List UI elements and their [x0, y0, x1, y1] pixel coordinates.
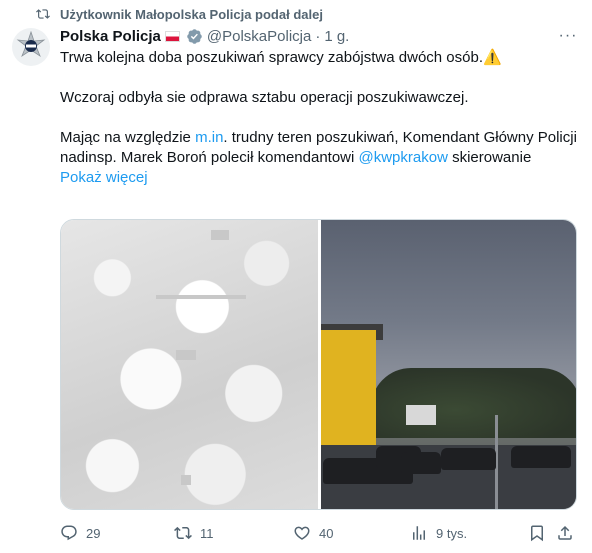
- repost-icon: [36, 9, 50, 19]
- repost-icon: [174, 526, 192, 540]
- bookmark-button[interactable]: [528, 523, 546, 543]
- views-button[interactable]: 9 tys.: [410, 523, 467, 543]
- post-text: Trwa kolejna doba poszukiwań sprawcy zab…: [60, 48, 580, 188]
- verified-badge-icon: [187, 28, 202, 44]
- show-more-link[interactable]: Pokaż więcej: [60, 168, 580, 188]
- action-bar: 29 11 40 9 tys.: [60, 523, 580, 543]
- post-line-1: Trwa kolejna doba poszukiwań sprawcy zab…: [60, 49, 502, 66]
- mention-link[interactable]: @kwpkrakow: [359, 149, 448, 166]
- like-count: 40: [319, 525, 334, 541]
- repost-text: Użytkownik Małopolska Policja podał dale…: [60, 6, 323, 22]
- avatar[interactable]: [12, 28, 50, 66]
- reply-count: 29: [86, 525, 101, 541]
- repost-indicator[interactable]: Użytkownik Małopolska Policja podał dale…: [36, 6, 323, 22]
- views-bar-chart-icon: [413, 526, 425, 540]
- media-grid: [60, 219, 577, 510]
- share-button[interactable]: [556, 523, 574, 543]
- heart-icon: [294, 526, 310, 540]
- share-icon: [558, 525, 572, 540]
- post-header: Polska Policja @PolskaPolicja · 1 g. ···: [60, 26, 578, 46]
- reply-button[interactable]: 29: [60, 523, 100, 543]
- post-line-3: Mając na względzie m.in. trudny teren po…: [60, 129, 577, 166]
- author-handle[interactable]: @PolskaPolicja: [207, 28, 311, 45]
- author-name[interactable]: Polska Policja: [60, 28, 161, 45]
- repost-button[interactable]: 11: [174, 523, 214, 543]
- repost-count: 11: [200, 525, 214, 541]
- inline-link[interactable]: m.in: [195, 129, 223, 146]
- post-time[interactable]: 1 g.: [324, 28, 349, 45]
- poland-flag-icon: [164, 30, 180, 42]
- media-photo-aerial-clouds[interactable]: [61, 220, 318, 509]
- post-line-2: Wczoraj odbyła sie odprawa sztabu operac…: [60, 89, 469, 106]
- bookmark-icon: [531, 525, 543, 542]
- like-button[interactable]: 40: [293, 523, 333, 543]
- warning-emoji: ⚠️: [483, 49, 502, 66]
- separator-dot: ·: [315, 27, 321, 45]
- police-badge-icon: [16, 31, 46, 58]
- more-options-icon[interactable]: ···: [558, 26, 578, 46]
- views-count: 9 tys.: [436, 525, 468, 541]
- media-photo-parking-lot[interactable]: [321, 220, 576, 509]
- reply-icon: [61, 525, 77, 541]
